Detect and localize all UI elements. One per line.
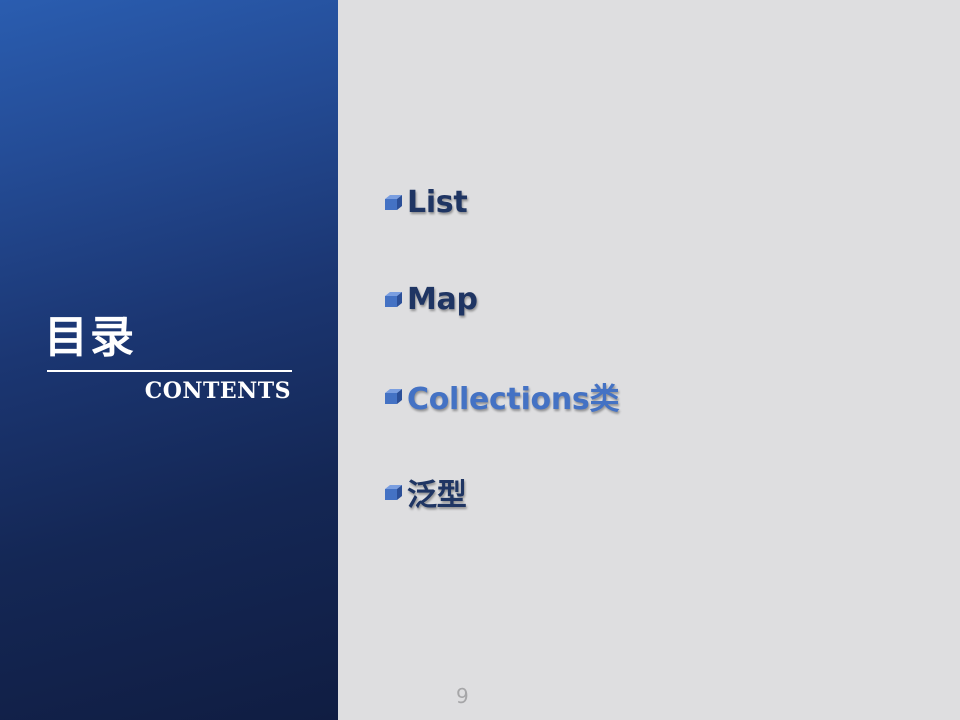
cube-bullet-icon: [385, 195, 402, 210]
menu-item-map[interactable]: Map: [383, 277, 783, 321]
page-number: 9: [456, 684, 469, 708]
title-divider: [47, 370, 292, 372]
menu-item-label: Collections类: [407, 382, 620, 417]
title-panel: 目录 CONTENTS: [0, 0, 338, 720]
toc-title: 目录: [44, 312, 136, 363]
menu-item-generics[interactable]: 泛型: [383, 470, 783, 514]
cube-bullet-icon: [385, 292, 402, 307]
cube-bullet-icon: [385, 389, 402, 404]
menu-item-label: 泛型: [407, 478, 467, 513]
menu-item-collections[interactable]: Collections类: [383, 374, 783, 418]
menu-item-label: Map: [407, 281, 478, 317]
menu-item-label: List: [407, 184, 468, 220]
toc-subtitle: CONTENTS: [144, 378, 291, 404]
cube-bullet-icon: [385, 485, 402, 500]
menu-item-list[interactable]: List: [383, 180, 783, 224]
